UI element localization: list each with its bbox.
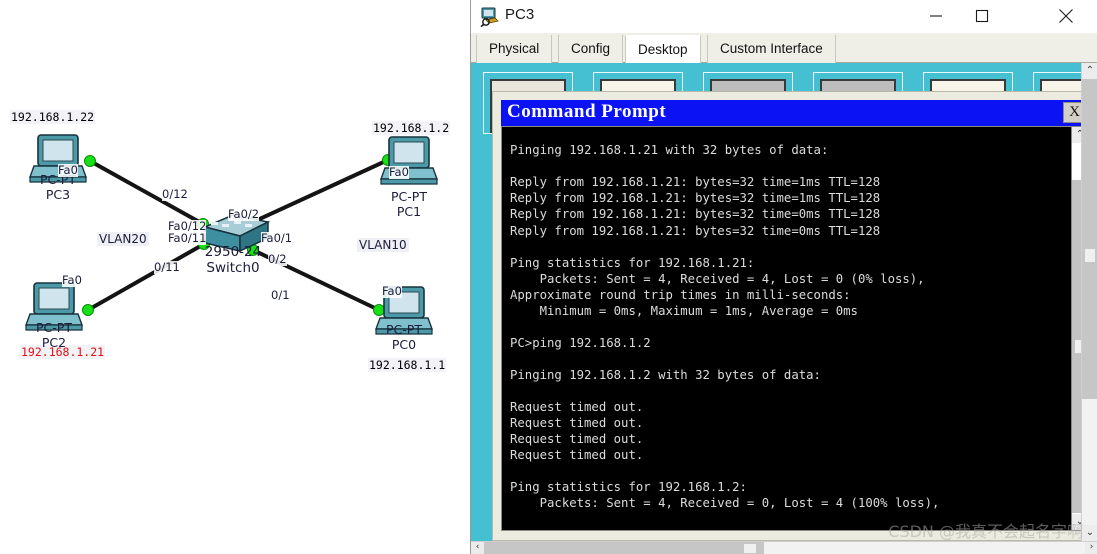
close-button[interactable] — [1043, 0, 1089, 32]
device-label-switch0-model: 2950-24 — [204, 244, 262, 260]
device-label-pc0-name: PC0 — [391, 337, 417, 352]
tab-config[interactable]: Config — [558, 35, 624, 63]
port-label-switch-fa0-2: Fa0/2 — [228, 207, 260, 221]
dialog-horizontal-scrollbar[interactable]: ‹ › — [471, 541, 1097, 554]
packet-tracer-device-icon — [480, 7, 499, 27]
tab-physical[interactable]: Physical — [476, 35, 553, 63]
dialog-scrollbar-thumb[interactable] — [1082, 79, 1097, 399]
command-prompt-output-text: Pinging 192.168.1.21 with 32 bytes of da… — [510, 143, 940, 530]
port-label-switch-fa0-1: Fa0/1 — [261, 231, 293, 245]
dialog-scroll-up-icon[interactable]: ⌃ — [1082, 63, 1097, 79]
dialog-hscrollbar-grip — [744, 544, 756, 553]
window-titlebar[interactable]: PC3 — [471, 0, 1097, 33]
vlan-label-right: VLAN10 — [357, 238, 409, 252]
minimize-button[interactable] — [913, 0, 959, 32]
screen: 192.168.1.22 192.168.1.21 192.168.1.2 19… — [0, 0, 1097, 554]
link-label-pc1: 0/2 — [268, 252, 287, 266]
dialog-vertical-scrollbar[interactable]: ⌃ ⌄ — [1081, 63, 1097, 541]
device-label-pc0-model: PC-PT — [386, 322, 422, 337]
port-label-switch-fa0-11: Fa0/11 — [168, 231, 207, 245]
device-label-pc2-name: PC2 — [41, 335, 67, 350]
link-label-pc0: 0/1 — [271, 288, 290, 302]
close-icon — [1059, 9, 1073, 23]
link-label-pc2: 0/11 — [154, 260, 180, 274]
device-label-switch0-name: Switch0 — [206, 260, 260, 276]
ip-label-pc3: 192.168.1.22 — [10, 110, 96, 124]
maximize-button[interactable] — [959, 0, 1005, 32]
dialog-hscrollbar-thumb[interactable] — [484, 542, 764, 554]
dialog-scroll-left-icon[interactable]: ‹ — [471, 542, 484, 554]
dialog-scroll-right-icon[interactable]: › — [1085, 542, 1097, 554]
port-label-pc3-nic: Fa0 — [58, 163, 78, 177]
dialog-scroll-down-icon[interactable]: ⌄ — [1082, 525, 1097, 541]
window-title: PC3 — [505, 6, 535, 23]
maximize-icon — [975, 9, 989, 23]
tab-strip: Physical Config Desktop Custom Interface — [471, 33, 1097, 64]
device-label-pc3-name: PC3 — [45, 187, 71, 202]
command-prompt-output-area[interactable]: Pinging 192.168.1.21 with 32 bytes of da… — [501, 126, 1082, 531]
tab-desktop[interactable]: Desktop — [625, 35, 701, 64]
command-prompt-close-button[interactable]: X — [1063, 102, 1082, 123]
link-label-pc3: 0/12 — [162, 187, 188, 201]
vlan-label-left: VLAN20 — [97, 232, 149, 246]
desktop-panel[interactable]: Command Prompt X Pinging 192.168.1.21 wi… — [471, 63, 1082, 541]
port-label-pc0-nic: Fa0 — [382, 284, 402, 298]
device-window-pc3: PC3 Physical Config Desktop Custom Inter… — [470, 0, 1097, 554]
device-label-pc1-name: PC1 — [396, 204, 422, 219]
tab-custom-interface[interactable]: Custom Interface — [707, 35, 836, 63]
dialog-scrollbar-grip — [1085, 249, 1095, 262]
ip-label-pc1: 192.168.1.2 — [372, 121, 451, 135]
port-label-pc1-nic: Fa0 — [389, 165, 409, 179]
command-prompt-titlebar[interactable]: Command Prompt X — [501, 100, 1082, 126]
command-prompt-title: Command Prompt — [507, 101, 667, 122]
command-prompt-window: Command Prompt X Pinging 192.168.1.21 wi… — [492, 91, 1082, 541]
device-label-pc2-model: PC-PT — [36, 320, 72, 335]
port-label-pc2-nic: Fa0 — [62, 273, 82, 287]
minimize-icon — [930, 15, 942, 17]
packet-tracer-topology-canvas[interactable]: 192.168.1.22 192.168.1.21 192.168.1.2 19… — [0, 0, 470, 554]
device-label-pc1-model: PC-PT — [391, 189, 427, 204]
ip-label-pc0: 192.168.1.1 — [368, 358, 447, 372]
